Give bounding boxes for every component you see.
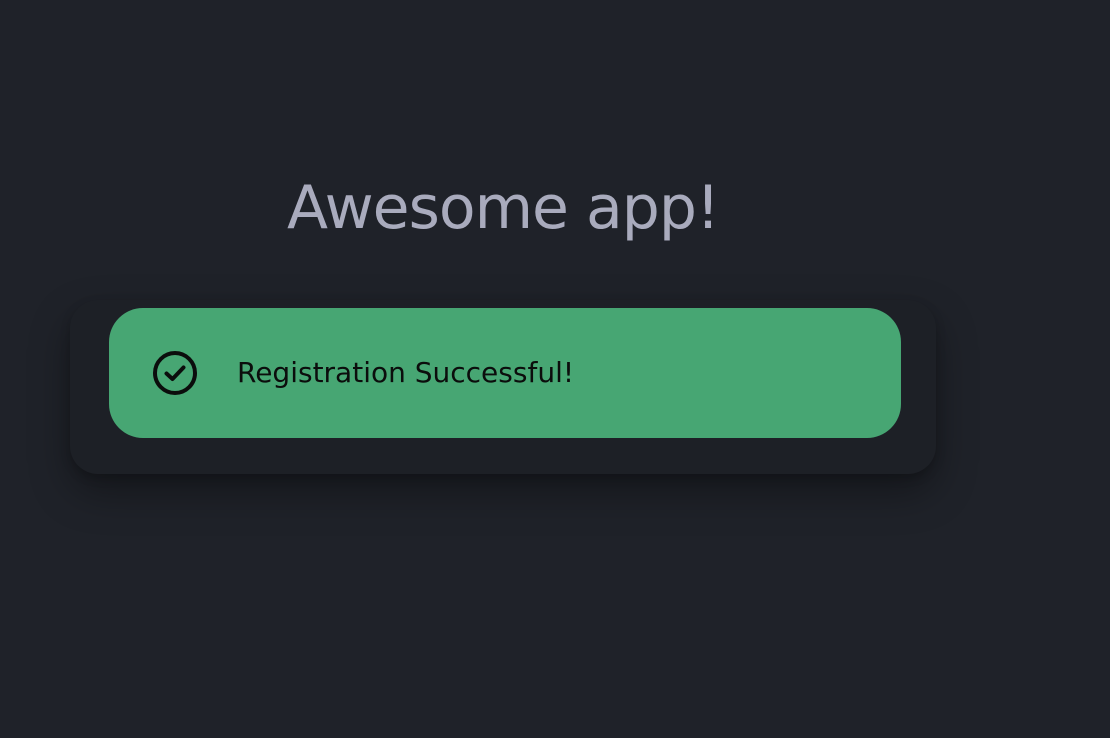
success-alert: Registration Successful! — [109, 308, 901, 438]
check-circle-icon — [151, 349, 199, 397]
app-page: Awesome app! Registration Successful! — [0, 0, 1110, 738]
page-title: Awesome app! — [287, 173, 720, 243]
alert-message: Registration Successful! — [237, 356, 575, 389]
